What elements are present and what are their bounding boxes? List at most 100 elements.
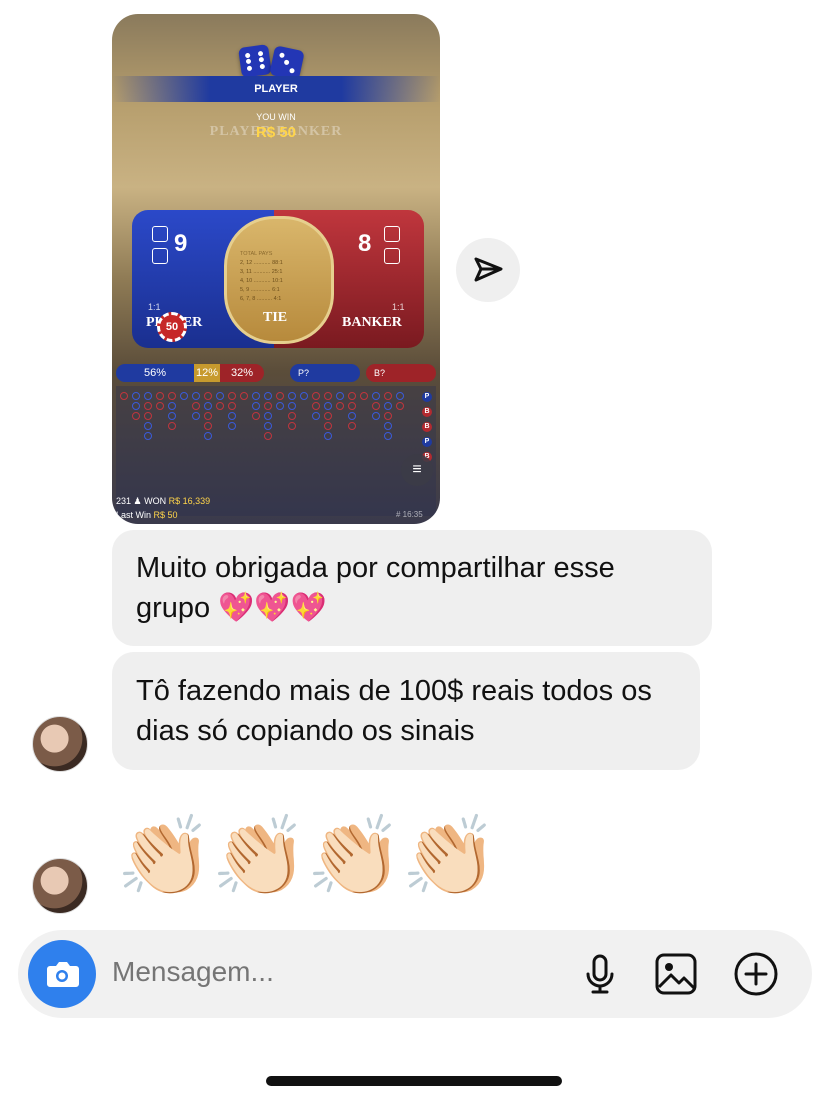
road-dot	[132, 412, 140, 420]
road-dot	[324, 422, 332, 430]
camera-button[interactable]	[28, 940, 96, 1008]
winners-stat: 231 ♟ WON R$ 16,339	[116, 496, 211, 506]
road-dot	[228, 412, 236, 420]
paytable-header: TOTAL PAYS	[240, 251, 273, 257]
player-odds: 1:1	[148, 302, 161, 312]
road-dot	[252, 392, 260, 400]
last-win-amount: R$ 50	[153, 510, 178, 520]
road-dot	[312, 412, 320, 420]
road-dot	[144, 412, 152, 420]
send-icon	[474, 257, 503, 282]
last-win-label: Last Win	[116, 510, 152, 520]
road-dot	[204, 402, 212, 410]
road-dot	[372, 392, 380, 400]
message-bubble[interactable]: Tô fazendo mais de 100$ reais todos os d…	[112, 652, 700, 770]
gallery-icon	[655, 953, 697, 995]
road-dot	[192, 412, 200, 420]
predict-player-label: P?	[298, 368, 310, 378]
message-input[interactable]	[112, 956, 552, 988]
road-dot	[324, 402, 332, 410]
home-indicator[interactable]	[266, 1076, 562, 1086]
road-dot	[372, 402, 380, 410]
road-dot	[300, 392, 308, 400]
player-banner: PLAYER	[112, 76, 440, 102]
die-icon	[152, 226, 168, 242]
predict-banker-label: B?	[374, 368, 386, 378]
road-dot	[144, 432, 152, 440]
paytable-row: 6, 7, 8 .......... 4:1	[240, 296, 282, 302]
plus-icon	[734, 952, 778, 996]
won-label: WON	[144, 496, 167, 506]
road-dot	[168, 392, 176, 400]
road-dot	[312, 392, 320, 400]
message-bubble[interactable]: Muito obrigada por compartilhar esse gru…	[112, 530, 712, 646]
road-dot	[144, 392, 152, 400]
road-dot	[132, 392, 140, 400]
you-win-label: YOU WIN	[256, 112, 296, 122]
road-marker: B	[422, 422, 432, 432]
road-dot	[288, 392, 296, 400]
banker-label: BANKER	[342, 315, 402, 330]
road-dot	[288, 422, 296, 430]
add-button[interactable]	[732, 950, 780, 998]
paytable-row: 3, 11 ........... 25:1	[240, 269, 283, 275]
player-score: 9	[174, 230, 188, 257]
avatar[interactable]	[32, 858, 88, 914]
gallery-button[interactable]	[652, 950, 700, 998]
shared-image[interactable]: PLAYER PLAYER BANKER YOU WIN R$ 50 9 8 1…	[112, 14, 440, 524]
bet-chip: 50	[157, 312, 187, 342]
road-dot	[348, 392, 356, 400]
road-dot	[252, 402, 260, 410]
road-dot	[264, 402, 272, 410]
predict-banker-button[interactable]: B?	[366, 364, 436, 382]
road-dot	[204, 422, 212, 430]
road-dot	[348, 422, 356, 430]
road-dot	[348, 402, 356, 410]
road-dot	[396, 392, 404, 400]
road-dot	[336, 402, 344, 410]
road-dot	[264, 432, 272, 440]
banker-odds: 1:1	[392, 302, 405, 312]
road-dot	[384, 422, 392, 430]
road-dot	[204, 432, 212, 440]
road-dot	[168, 412, 176, 420]
road-dot	[324, 432, 332, 440]
road-dot	[144, 402, 152, 410]
camera-icon	[47, 962, 79, 987]
road-dot	[192, 392, 200, 400]
road-dot	[288, 412, 296, 420]
menu-icon[interactable]: ≡	[401, 454, 433, 486]
road-dot	[324, 412, 332, 420]
road-dot	[276, 392, 284, 400]
road-dot	[156, 392, 164, 400]
road-dot	[336, 392, 344, 400]
road-dot	[348, 412, 356, 420]
road-dot	[264, 392, 272, 400]
road-dot	[228, 422, 236, 430]
microphone-button[interactable]	[576, 950, 624, 998]
winners-count: 231	[116, 496, 132, 506]
road-marker: B	[422, 407, 432, 417]
die-icon	[384, 226, 400, 242]
paytable-row: 2, 12 ........... 88:1	[240, 260, 283, 266]
paytable: TOTAL PAYS 2, 12 ........... 88:1 3, 11 …	[240, 250, 312, 304]
share-button[interactable]	[456, 238, 520, 302]
road-dot	[372, 412, 380, 420]
road-dot	[264, 412, 272, 420]
die-icon	[384, 248, 400, 264]
microphone-icon	[586, 954, 614, 994]
predict-player-button[interactable]: P?	[290, 364, 360, 382]
banker-score: 8	[358, 230, 372, 257]
road-dot	[168, 402, 176, 410]
emoji-message[interactable]: 👏🏻👏🏻👏🏻👏🏻	[116, 806, 498, 906]
road-dot	[312, 402, 320, 410]
avatar[interactable]	[32, 716, 88, 772]
player-percent: 56%	[116, 364, 194, 382]
banker-percent: 32%	[220, 364, 264, 382]
road-marker: P	[422, 392, 432, 402]
road-dot	[168, 422, 176, 430]
road-dot	[204, 412, 212, 420]
road-dot	[276, 402, 284, 410]
road-dot	[360, 392, 368, 400]
tie-label: TIE	[263, 310, 288, 325]
